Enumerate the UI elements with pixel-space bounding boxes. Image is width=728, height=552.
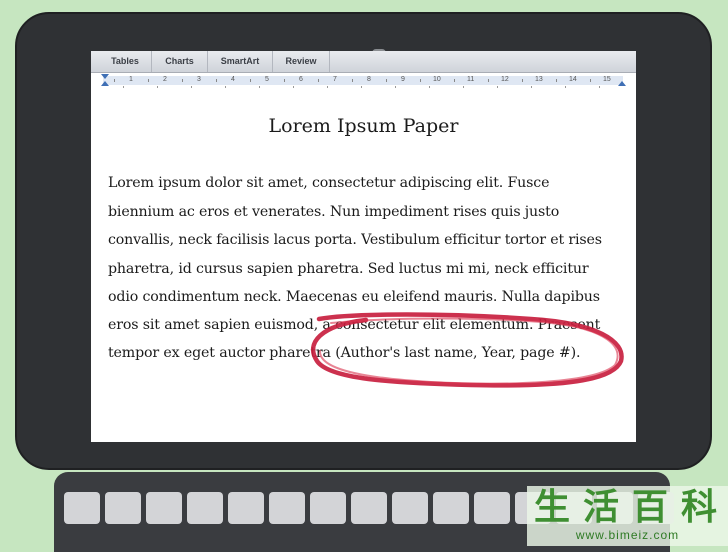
keyboard-key bbox=[351, 492, 387, 524]
tab-smartart[interactable]: SmartArt bbox=[208, 51, 273, 72]
ruler-tick bbox=[148, 79, 149, 82]
keyboard-key bbox=[474, 492, 510, 524]
paragraph-line: biennium ac eros et venerates. Nun imped… bbox=[108, 204, 560, 220]
ruler-minor-tick bbox=[360, 86, 362, 88]
tab-review[interactable]: Review bbox=[273, 51, 330, 72]
ruler-minor-tick bbox=[190, 86, 192, 88]
ruler-number: 15 bbox=[603, 76, 611, 83]
ruler-tick bbox=[488, 79, 489, 82]
ruler-minor-tick bbox=[462, 86, 464, 88]
right-indent-marker-icon[interactable] bbox=[618, 81, 626, 86]
ruler-tick bbox=[522, 79, 523, 82]
ruler-tick bbox=[590, 79, 591, 82]
paragraph-line: eros sit amet sapien euismod, a consecte… bbox=[108, 317, 601, 333]
keyboard-key bbox=[187, 492, 223, 524]
ruler-tick bbox=[318, 79, 319, 82]
document-title: Lorem Ipsum Paper bbox=[268, 115, 459, 137]
watermark-char: 生 bbox=[533, 487, 570, 528]
ruler-number: 5 bbox=[265, 76, 269, 83]
ruler-tick bbox=[284, 79, 285, 82]
watermark: 生 活 百 科 www.bimeiz.com bbox=[527, 486, 728, 546]
ruler-number: 10 bbox=[433, 76, 441, 83]
ruler-minor-tick bbox=[394, 86, 396, 88]
ruler-tick bbox=[454, 79, 455, 82]
paragraph-line: convallis, neck facilisis lacus porta. V… bbox=[108, 232, 602, 248]
ruler-tick bbox=[114, 79, 115, 82]
keyboard-key bbox=[105, 492, 141, 524]
ruler-strip bbox=[103, 76, 623, 85]
watermark-char: 科 bbox=[680, 487, 717, 528]
ruler-number: 2 bbox=[163, 76, 167, 83]
keyboard-key bbox=[146, 492, 182, 524]
keyboard-key bbox=[64, 492, 100, 524]
horizontal-ruler[interactable]: 1 2 3 4 5 6 7 8 9 10 11 12 13 14 15 bbox=[91, 73, 636, 91]
ruler-minor-tick bbox=[258, 86, 260, 88]
watermark-char: 活 bbox=[582, 487, 619, 528]
ruler-number: 3 bbox=[197, 76, 201, 83]
ruler-tick bbox=[216, 79, 217, 82]
ruler-tick bbox=[352, 79, 353, 82]
ruler-tick bbox=[386, 79, 387, 82]
keyboard-key bbox=[433, 492, 469, 524]
tab-charts[interactable]: Charts bbox=[152, 51, 208, 72]
ruler-number: 12 bbox=[501, 76, 509, 83]
word-document-window: Tables Charts SmartArt Review 1234567891… bbox=[91, 51, 636, 442]
ruler-minor-tick bbox=[156, 86, 158, 88]
ruler-tick bbox=[182, 79, 183, 82]
left-indent-marker-icon[interactable] bbox=[101, 81, 109, 86]
keyboard-key bbox=[310, 492, 346, 524]
ruler-tick bbox=[250, 79, 251, 82]
ruler-minor-tick bbox=[224, 86, 226, 88]
tab-tables[interactable]: Tables bbox=[99, 51, 152, 72]
ruler-minor-tick bbox=[598, 86, 600, 88]
ruler-number: 6 bbox=[299, 76, 303, 83]
ruler-tick bbox=[556, 79, 557, 82]
ruler-minor-tick bbox=[326, 86, 328, 88]
ruler-minor-tick bbox=[496, 86, 498, 88]
ruler-minor-tick bbox=[292, 86, 294, 88]
ruler-minor-tick bbox=[530, 86, 532, 88]
keyboard-key bbox=[269, 492, 305, 524]
ruler-minor-tick bbox=[122, 86, 124, 88]
ruler-number: 8 bbox=[367, 76, 371, 83]
paragraph-line: odio condimentum neck. Maecenas eu eleif… bbox=[108, 289, 600, 305]
paragraph-line: pharetra, id cursus sapien pharetra. Sed… bbox=[108, 261, 589, 277]
ruler-minor-tick bbox=[564, 86, 566, 88]
watermark-url: www.bimeiz.com bbox=[575, 528, 680, 542]
keyboard-key bbox=[228, 492, 264, 524]
ruler-number: 13 bbox=[535, 76, 543, 83]
ruler-number: 1 bbox=[129, 76, 133, 83]
ruler-number: 11 bbox=[467, 76, 475, 83]
first-line-indent-marker-icon[interactable] bbox=[101, 74, 109, 79]
ruler-tick bbox=[420, 79, 421, 82]
watermark-char: 百 bbox=[631, 487, 668, 528]
ruler-minor-tick bbox=[428, 86, 430, 88]
ruler-number: 4 bbox=[231, 76, 235, 83]
ribbon-toolbar: Tables Charts SmartArt Review bbox=[91, 51, 636, 73]
paragraph-line: Lorem ipsum dolor sit amet, consectetur … bbox=[108, 175, 550, 191]
ruler-number: 7 bbox=[333, 76, 337, 83]
ruler-number: 9 bbox=[401, 76, 405, 83]
keyboard-key bbox=[392, 492, 428, 524]
citation-line: tempor ex eget auctor pharetra (Author's… bbox=[108, 345, 581, 361]
ruler-number: 14 bbox=[569, 76, 577, 83]
